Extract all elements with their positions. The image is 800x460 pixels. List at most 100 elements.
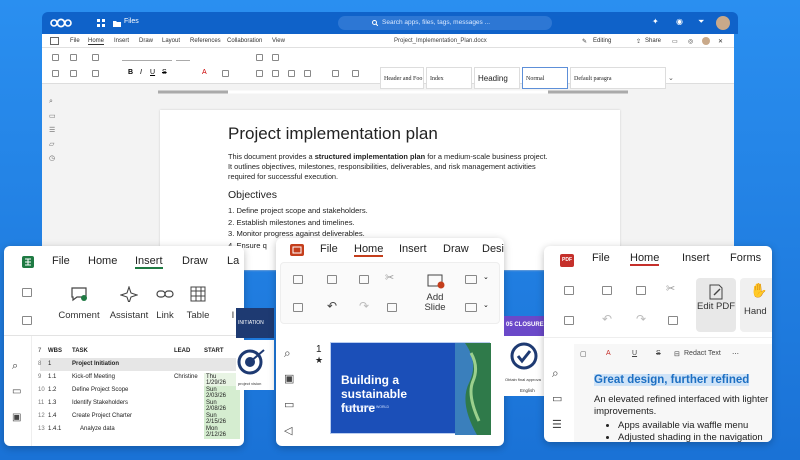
tab-draw[interactable]: Draw [443,243,469,255]
table-row[interactable]: 8 1 Project Initiation [38,358,240,371]
print-icon[interactable] [22,316,32,325]
undo-icon[interactable]: ↶ [602,312,612,326]
document-filename[interactable]: Project_Implementation_Plan.docx [394,38,487,44]
highlight-icon[interactable]: A [606,350,611,357]
tab-insert[interactable]: Insert [135,255,163,269]
cut-icon[interactable]: ✂ [666,282,675,295]
notifications-bell-icon[interactable]: ⏷ [698,17,704,27]
underline-button[interactable]: U [632,350,637,357]
layout-dropdown-icon[interactable]: ⌄ [483,273,489,281]
link-button[interactable]: Link [149,310,181,321]
collab-avatar[interactable] [702,37,710,45]
styles-expand-icon[interactable]: ⌄ [668,74,674,82]
section-dropdown-icon[interactable]: ⌄ [483,301,489,309]
slide-thumbnail[interactable]: Building a sustainable future VISION OF … [330,342,491,435]
redact-text-button[interactable]: Redact Text [684,350,721,357]
comments-icon[interactable]: ▭ [12,386,21,397]
tab-file[interactable]: File [52,255,70,267]
tab-forms[interactable]: Forms [730,252,761,264]
underline-button[interactable]: U [150,69,155,76]
print-icon[interactable] [52,70,59,77]
redo-icon[interactable]: ↷ [359,299,369,313]
tab-file[interactable]: File [320,243,338,255]
comments-icon[interactable]: ▭ [284,398,294,411]
tab-draw[interactable]: Draw [182,255,208,267]
line-spacing-icon[interactable] [332,70,339,77]
outline-icon[interactable]: ☰ [552,418,562,431]
editing-mode-dropdown[interactable]: Editing [593,38,611,44]
track-changes-icon[interactable]: ▱ [49,140,54,148]
bold-button[interactable]: B [128,69,133,76]
global-search-input[interactable]: Search apps, files, tags, messages ... [338,16,552,30]
copy-icon[interactable] [327,275,337,284]
language-label[interactable]: English [520,388,535,393]
present-icon[interactable]: ◁ [284,424,292,437]
bullets-icon[interactable] [256,54,263,61]
add-slide-button[interactable]: Add Slide [415,293,455,313]
save-icon[interactable] [564,286,574,295]
style-heading[interactable]: Heading [474,67,520,89]
undo-icon[interactable] [92,54,99,61]
close-icon[interactable]: ✕ [718,38,723,45]
comments-icon[interactable]: ▭ [672,38,678,45]
paste-icon[interactable] [52,54,59,61]
format-painter-icon[interactable] [387,303,397,312]
slide-view-icon[interactable]: ▣ [284,372,294,385]
navigator-icon[interactable]: ☰ [49,126,55,134]
menu-insert[interactable]: Insert [114,38,129,44]
activity-icon[interactable]: ◉ [676,17,683,26]
users-icon[interactable]: ◎ [688,38,693,45]
comments-panel-icon[interactable]: ▭ [49,112,56,120]
pdf-canvas[interactable]: ▢ A U S ⊟ Redact Text ⋯ Great design, fu… [574,344,772,442]
tab-home[interactable]: Home [354,243,384,257]
tab-layout[interactable]: La [227,255,239,267]
layout-icon[interactable] [465,275,477,284]
menu-file[interactable]: File [70,38,80,44]
align-center-icon[interactable] [272,70,279,77]
menu-collaboration[interactable]: Collaboration [227,38,262,44]
align-left-icon[interactable] [256,70,263,77]
copy-icon[interactable] [70,70,77,77]
cut-icon[interactable] [70,54,77,61]
menu-references[interactable]: References [190,38,221,44]
apps-grid-icon[interactable] [97,19,105,27]
paste-icon[interactable] [359,275,369,284]
tab-insert[interactable]: Insert [399,243,427,255]
redo-icon[interactable] [92,70,99,77]
cut-icon[interactable]: ✂ [385,271,394,284]
undo-icon[interactable]: ↶ [327,299,337,313]
comments-icon[interactable]: ▭ [552,392,562,405]
user-avatar[interactable] [716,16,730,30]
nextcloud-logo-icon[interactable] [50,18,72,28]
justify-icon[interactable] [304,70,311,77]
print-icon[interactable] [564,316,574,325]
menu-view[interactable]: View [272,38,285,44]
menu-layout[interactable]: Layout [162,38,180,44]
history-icon[interactable]: ◷ [49,154,55,162]
table-row[interactable]: 10 1.2 Define Project Scope Sun 2/03/26 [38,384,240,400]
search-icon[interactable]: ⌕ [552,366,559,381]
highlight-icon[interactable] [222,70,229,77]
tab-home[interactable]: Home [88,255,117,267]
strikethrough-button[interactable]: S [162,69,167,76]
save-icon[interactable] [22,288,32,297]
table-row[interactable]: 12 1.4 Create Project Charter Sun 2/15/26 [38,410,240,426]
search-icon[interactable]: ⌕ [284,346,291,361]
style-normal[interactable]: Normal [522,67,568,89]
italic-button[interactable]: I [140,69,142,76]
tab-design[interactable]: Desi [482,243,504,255]
save-icon[interactable] [293,275,303,284]
tab-home[interactable]: Home [630,252,660,266]
tab-insert[interactable]: Insert [682,252,710,264]
comment-icon[interactable]: ▢ [580,350,587,358]
align-right-icon[interactable] [288,70,295,77]
menu-home[interactable]: Home [88,38,105,45]
share-button[interactable]: Share [645,38,661,44]
copy-icon[interactable] [602,286,612,295]
font-color-button[interactable]: A [202,69,207,76]
redo-icon[interactable]: ↷ [636,312,646,326]
app-name[interactable]: Files [124,18,139,25]
strikethrough-button[interactable]: S [656,350,661,357]
tab-file[interactable]: File [592,252,610,264]
find-icon[interactable]: ⌕ [49,98,53,106]
